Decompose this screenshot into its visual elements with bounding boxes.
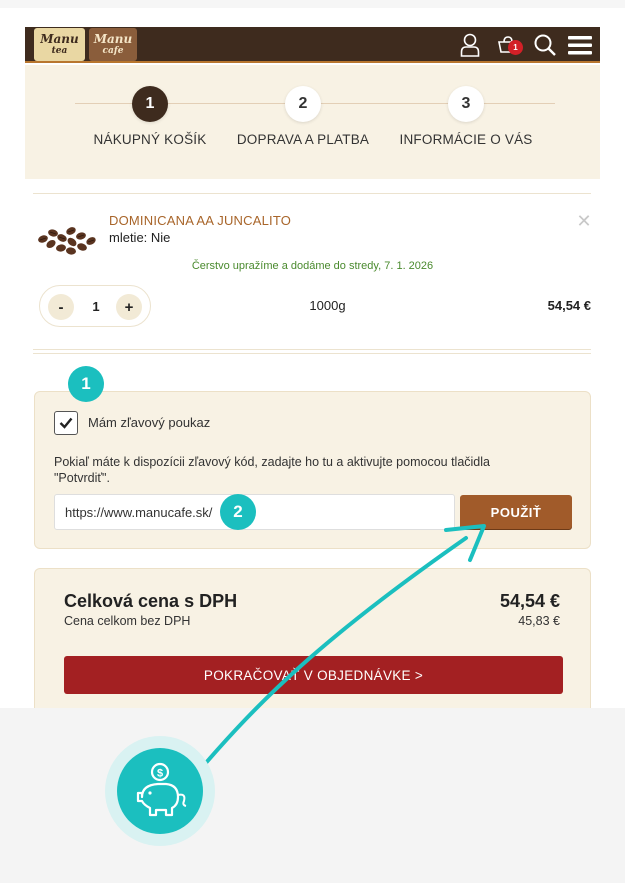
logo-subtext: tea: [51, 45, 68, 56]
menu-icon[interactable]: [565, 30, 595, 60]
cart-count-badge: 1: [508, 40, 523, 55]
divider: [33, 193, 591, 194]
user-icon[interactable]: [455, 30, 485, 60]
step-number: 3: [448, 86, 484, 122]
voucher-section: Mám zľavový poukaz Pokiaľ máte k dispozí…: [34, 391, 591, 549]
continue-order-button[interactable]: POKRAČOVAŤ V OBJEDNÁVKE >: [64, 656, 563, 694]
voucher-checkbox[interactable]: [54, 411, 78, 435]
search-icon[interactable]: [530, 30, 560, 60]
cart-icon[interactable]: 1: [493, 30, 523, 60]
step-2[interactable]: 2 DOPRAVA A PLATBA: [213, 86, 393, 147]
total-title: Celková cena s DPH: [64, 591, 238, 611]
close-icon[interactable]: ✕: [576, 211, 592, 231]
product-price: 54,54 €: [547, 298, 591, 313]
net-price: 45,83 €: [518, 614, 560, 628]
voucher-checkbox-label[interactable]: Mám zľavový poukaz: [88, 415, 210, 430]
voucher-info-text: Pokiaľ máte k dispozícii zľavový kód, za…: [54, 455, 490, 485]
annotation-marker-1: 1: [68, 366, 104, 402]
step-3[interactable]: 3 INFORMÁCIE O VÁS: [376, 86, 556, 147]
product-weight: 1000g: [309, 298, 346, 313]
annotation-marker-2: 2: [220, 494, 256, 530]
product-name-link[interactable]: DOMINICANA AA JUNCALITO: [109, 213, 291, 228]
svg-text:$: $: [157, 768, 163, 780]
net-price-label: Cena celkom bez DPH: [64, 614, 191, 628]
step-number: 2: [285, 86, 321, 122]
delivery-note: Čerstvo upražíme a dodáme do stredy, 7. …: [191, 260, 434, 272]
outer-background: [0, 708, 625, 883]
apply-voucher-button[interactable]: POUŽIŤ: [460, 495, 572, 529]
step-number: 1: [132, 86, 168, 122]
divider: [33, 353, 591, 354]
manu-tea-logo[interactable]: Manu tea: [34, 28, 85, 61]
step-label: INFORMÁCIE O VÁS: [399, 132, 533, 147]
decrease-quantity-button[interactable]: -: [48, 294, 74, 320]
cart-page: Manu tea Manu cafe 1 1 NÁKUPNÝ KOŠÍK 2 DOP…: [25, 27, 600, 708]
logo-subtext: cafe: [102, 45, 124, 56]
increase-quantity-button[interactable]: +: [116, 294, 142, 320]
coffee-beans-image: [33, 217, 101, 257]
checkout-steps: 1 NÁKUPNÝ KOŠÍK 2 DOPRAVA A PLATBA 3 INF…: [25, 65, 600, 179]
logo-text: Manu: [93, 31, 133, 46]
manu-cafe-logo[interactable]: Manu cafe: [89, 28, 137, 61]
logo-text: Manu: [40, 31, 79, 46]
quantity-stepper: - 1 +: [39, 285, 151, 327]
total-price: 54,54 €: [499, 591, 560, 611]
top-strip: [0, 0, 625, 8]
quantity-value[interactable]: 1: [84, 299, 108, 314]
site-header: Manu tea Manu cafe 1: [25, 27, 600, 63]
divider: [33, 349, 591, 350]
product-attribute: mletie: Nie: [109, 230, 171, 245]
piggy-bank-icon: $: [117, 748, 203, 834]
step-label: DOPRAVA A PLATBA: [236, 132, 370, 147]
order-summary: Celková cena s DPH 54,54 € Cena celkom b…: [34, 568, 591, 708]
